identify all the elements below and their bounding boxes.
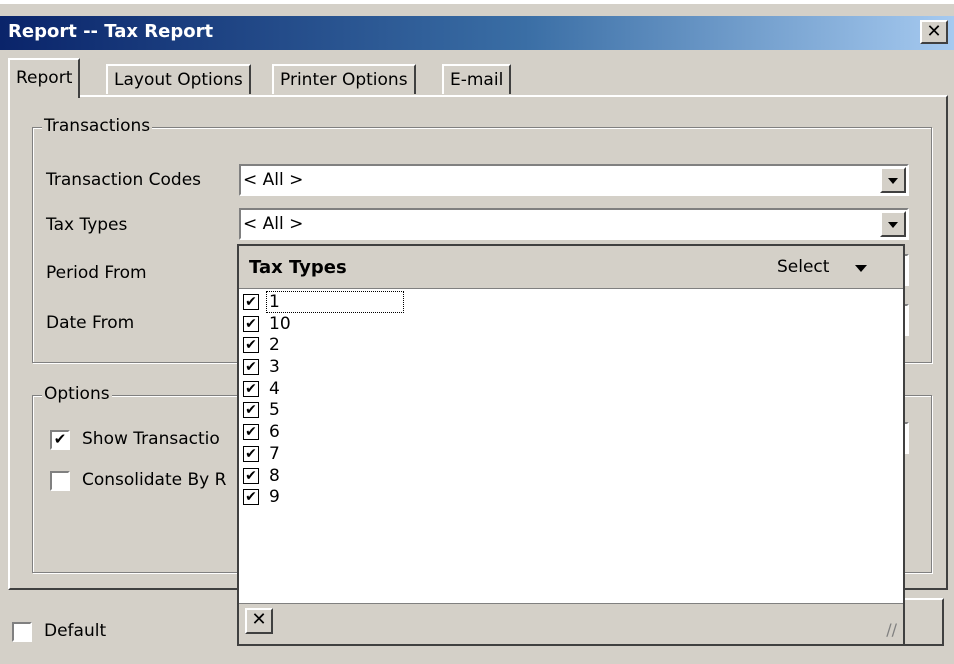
show-transactions-label[interactable]: Show Transactio	[82, 429, 220, 449]
item-label[interactable]: 5	[267, 400, 282, 420]
list-item[interactable]: ✔ 9	[243, 487, 899, 509]
item-label[interactable]: 4	[267, 379, 282, 399]
item-checkbox[interactable]: ✔	[243, 294, 259, 310]
default-label[interactable]: Default	[44, 621, 106, 641]
item-label[interactable]: 10	[267, 314, 293, 334]
tax-types-combo[interactable]: < All >	[239, 208, 909, 240]
list-item[interactable]: ✔ 2	[243, 335, 899, 357]
options-group-label: Options	[42, 384, 112, 404]
item-label[interactable]: 2	[267, 335, 282, 355]
date-from-label: Date From	[46, 313, 135, 333]
item-checkbox[interactable]: ✔	[243, 445, 259, 462]
item-label[interactable]: 6	[267, 422, 282, 442]
tax-types-label: Tax Types	[46, 215, 128, 235]
popup-title: Tax Types	[249, 257, 347, 278]
transaction-codes-combo[interactable]: < All >	[239, 164, 909, 196]
tab-strip: Report Layout Options Printer Options E-…	[8, 56, 948, 98]
item-label[interactable]: 1	[266, 291, 404, 313]
item-label[interactable]: 8	[267, 466, 282, 486]
close-icon: ✕	[251, 609, 267, 630]
list-item[interactable]: ✔ 3	[243, 357, 899, 379]
item-checkbox[interactable]: ✔	[243, 402, 259, 419]
list-item[interactable]: ✔ 6	[243, 422, 899, 444]
close-button[interactable]: ✕	[920, 20, 948, 44]
list-item[interactable]: ✔ 1	[243, 291, 899, 314]
top-edge	[0, 0, 954, 4]
list-item[interactable]: ✔ 7	[243, 444, 899, 466]
tax-types-dropdown-button[interactable]	[880, 211, 906, 237]
popup-close-button[interactable]: ✕	[245, 608, 273, 634]
tab-report[interactable]: Report	[8, 58, 81, 98]
tax-types-popup: Tax Types Select ✔ 1 ✔ 10 ✔ 2 ✔ 3 ✔ 4 ✔ 5 ✔ 6 ✔ 7 ✔ 8 ✔ 9 ✕…	[237, 244, 905, 646]
item-label[interactable]: 9	[267, 487, 282, 507]
item-checkbox[interactable]: ✔	[243, 489, 259, 506]
tab-printer-options[interactable]: Printer Options	[272, 64, 416, 94]
popup-footer: ✕ //	[239, 603, 903, 644]
tab-email[interactable]: E-mail	[442, 64, 512, 94]
consolidate-by-label[interactable]: Consolidate By R	[82, 470, 226, 490]
list-item[interactable]: ✔ 8	[243, 466, 899, 488]
list-item[interactable]: ✔ 5	[243, 400, 899, 422]
tab-layout-options[interactable]: Layout Options	[106, 64, 251, 94]
item-label[interactable]: 7	[267, 444, 282, 464]
select-chevron-down-icon[interactable]	[855, 265, 867, 272]
item-label[interactable]: 3	[267, 357, 282, 377]
transactions-group-label: Transactions	[42, 116, 153, 136]
transaction-codes-dropdown-button[interactable]	[880, 167, 906, 193]
close-icon: ✕	[926, 21, 942, 42]
period-from-label: Period From	[46, 263, 147, 283]
popup-header: Tax Types Select	[239, 246, 903, 289]
resize-grip-icon[interactable]: //	[877, 620, 897, 640]
tax-types-list: ✔ 1 ✔ 10 ✔ 2 ✔ 3 ✔ 4 ✔ 5 ✔ 6 ✔ 7 ✔ 8 ✔ 9	[243, 291, 899, 509]
item-checkbox[interactable]: ✔	[243, 424, 259, 441]
transaction-codes-label: Transaction Codes	[46, 170, 202, 190]
consolidate-by-checkbox[interactable]	[50, 471, 70, 491]
show-transactions-checkbox[interactable]: ✔	[50, 430, 70, 450]
item-checkbox[interactable]: ✔	[243, 359, 259, 376]
item-checkbox[interactable]: ✔	[243, 337, 259, 354]
transaction-codes-value: < All >	[243, 170, 304, 190]
window-title: Report -- Tax Report	[8, 21, 214, 42]
item-checkbox[interactable]: ✔	[243, 380, 259, 397]
item-checkbox[interactable]: ✔	[243, 467, 259, 484]
list-item[interactable]: ✔ 10	[243, 314, 899, 336]
item-checkbox[interactable]: ✔	[243, 315, 259, 332]
popup-select-menu[interactable]: Select	[777, 257, 829, 277]
default-checkbox[interactable]	[12, 622, 32, 642]
tax-types-value: < All >	[243, 214, 304, 234]
report-window: Report -- Tax Report ✕ Report Layout Opt…	[0, 0, 954, 664]
title-bar[interactable]: Report -- Tax Report ✕	[0, 16, 954, 50]
list-item[interactable]: ✔ 4	[243, 379, 899, 401]
